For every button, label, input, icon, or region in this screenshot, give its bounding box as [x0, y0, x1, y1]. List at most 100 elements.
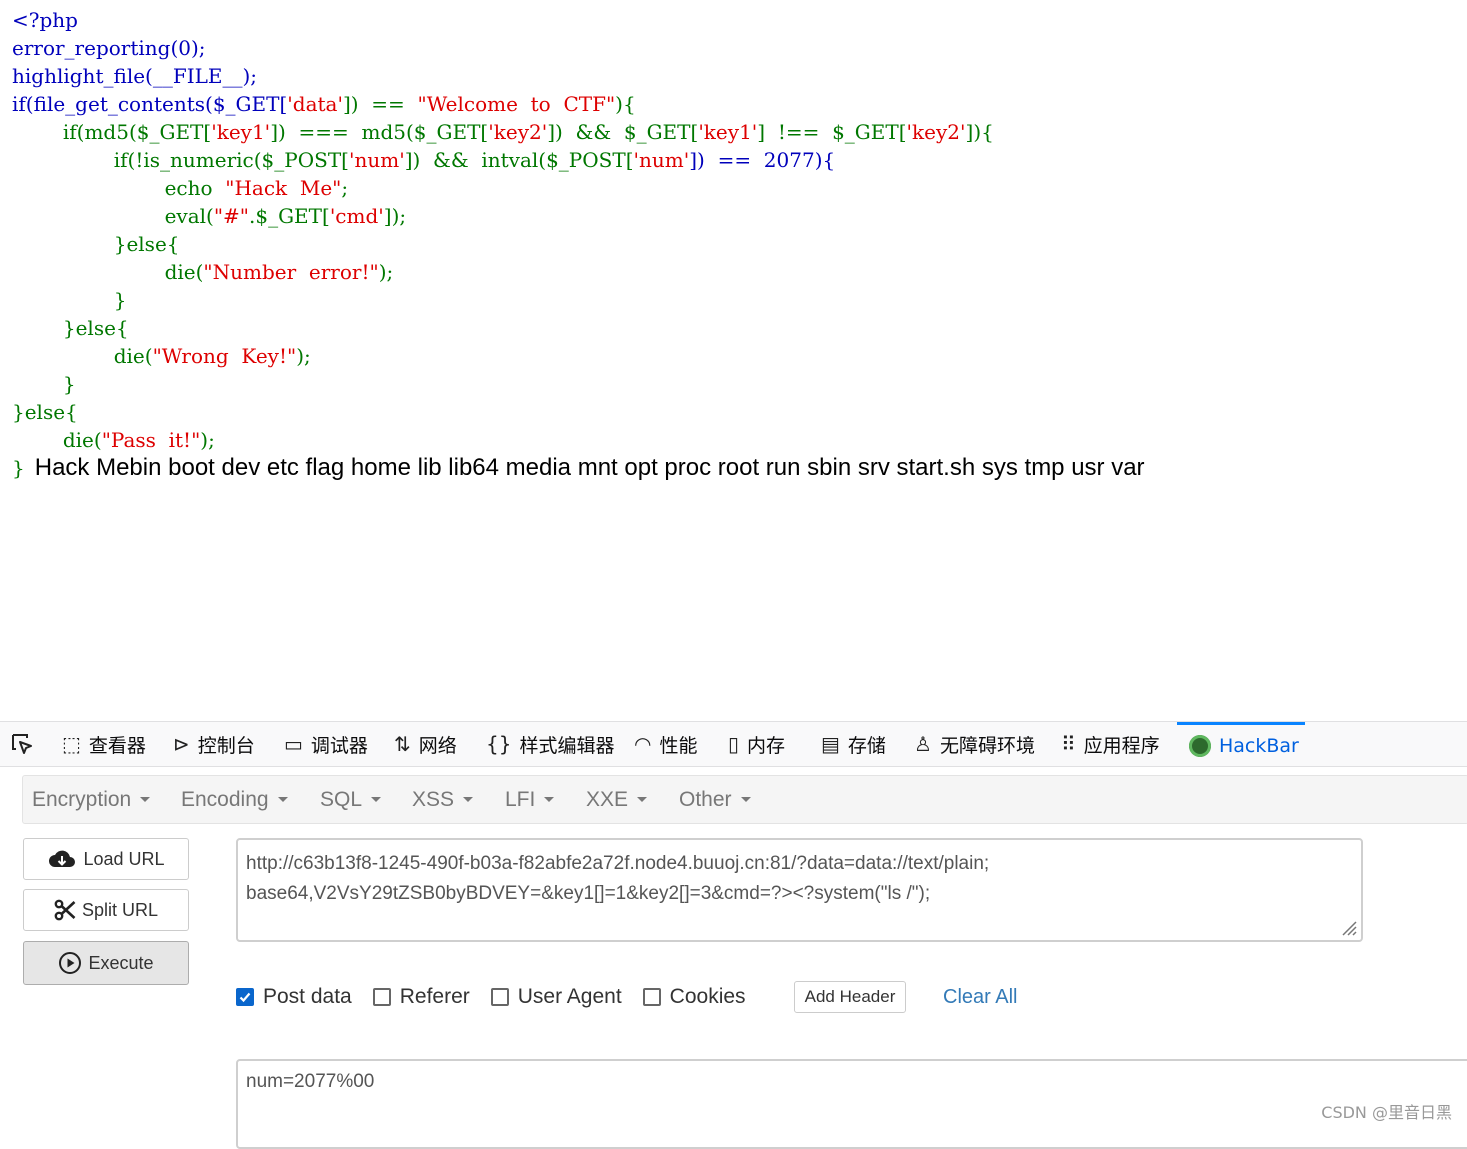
tab-application[interactable]: ⠿ 应用程序	[1061, 722, 1160, 766]
tab-network[interactable]: ⇅ 网络	[394, 722, 457, 766]
php-source-code: <?php error_reporting(0); highlight_file…	[12, 6, 1145, 482]
button-label: Load URL	[83, 848, 165, 869]
command-output: Hack Mebin boot dev etc flag home lib li…	[34, 454, 1145, 481]
debugger-icon: ▭	[284, 732, 303, 756]
post-data-option[interactable]: Post data	[236, 985, 352, 1009]
post-body-text: num=2077%00	[246, 1071, 375, 1092]
code-line: if(!is_numeric($_POST['num']) && intval(…	[12, 148, 836, 172]
caret-down-icon	[140, 797, 151, 802]
user-agent-option[interactable]: User Agent	[490, 985, 622, 1009]
tab-memory[interactable]: ▯ 内存	[728, 722, 785, 766]
request-options: Post data Referer User Agent Cookies	[236, 980, 767, 1014]
tab-hackbar[interactable]: HackBar	[1177, 722, 1305, 766]
tab-style-editor[interactable]: {} 样式编辑器	[486, 722, 614, 766]
post-data-textarea[interactable]: num=2077%00	[236, 1059, 1467, 1149]
url-textarea[interactable]: http://c63b13f8-1245-490f-b03a-f82abfe2a…	[236, 838, 1363, 942]
tab-label: 性能	[659, 734, 698, 757]
menu-encryption[interactable]: Encryption	[32, 776, 151, 823]
element-picker-icon[interactable]	[10, 732, 34, 756]
tab-label: 无障碍环境	[939, 734, 1035, 757]
code-line: } Hack Mebin boot dev etc flag home lib l…	[12, 454, 1145, 481]
caret-down-icon	[371, 797, 382, 802]
performance-icon: ◠	[634, 732, 652, 756]
cookies-checkbox[interactable]	[642, 988, 661, 1006]
console-icon: ⊳	[173, 732, 190, 756]
devtools-tabbar: ⬚ 查看器 ⊳ 控制台 ▭ 调试器 ⇅ 网络 {} 样式编辑器 ◠ 性能 ▯ 内存 ▤ 存储 ♙…	[0, 722, 1467, 767]
tab-label: 应用程序	[1083, 734, 1160, 757]
cookies-option[interactable]: Cookies	[642, 985, 746, 1009]
menu-label: SQL	[320, 787, 363, 811]
accessibility-icon: ♙	[914, 732, 932, 756]
tab-label: 存储	[847, 734, 886, 757]
option-label: Post data	[263, 985, 352, 1008]
menu-label: Encryption	[32, 787, 132, 811]
code-line: die("Wrong Key!");	[12, 344, 311, 368]
menu-encoding[interactable]: Encoding	[181, 776, 288, 823]
tab-label: HackBar	[1219, 734, 1299, 757]
url-line: http://c63b13f8-1245-490f-b03a-f82abfe2a…	[246, 853, 990, 874]
code-line: die("Pass it!");	[12, 428, 215, 452]
url-line: base64,V2VsY29tZSB0byBDVEY=&key1[]=1&key…	[246, 883, 931, 904]
execute-button[interactable]: Execute	[23, 941, 189, 985]
tab-inspector[interactable]: ⬚ 查看器	[62, 722, 146, 766]
menu-lfi[interactable]: LFI	[505, 776, 555, 823]
tab-label: 调试器	[310, 734, 368, 757]
menu-label: XSS	[412, 787, 455, 811]
menu-label: Other	[679, 787, 732, 811]
post-data-checkbox[interactable]	[236, 988, 254, 1006]
menu-other[interactable]: Other	[679, 776, 751, 823]
menu-xxe[interactable]: XXE	[586, 776, 648, 823]
play-circle-icon	[58, 951, 82, 975]
tab-performance[interactable]: ◠ 性能	[634, 722, 697, 766]
caret-down-icon	[277, 797, 288, 802]
button-label: Execute	[88, 952, 154, 973]
add-header-button[interactable]: Add Header	[794, 981, 906, 1013]
caret-down-icon	[740, 797, 751, 802]
resize-grip-icon[interactable]	[1339, 918, 1357, 936]
tab-label: 控制台	[197, 734, 255, 757]
option-label: Cookies	[669, 985, 746, 1008]
caret-down-icon	[637, 797, 648, 802]
clear-all-link[interactable]: Clear All	[943, 981, 1017, 1013]
code-line: echo "Hack Me";	[12, 176, 349, 200]
code-line: }else{	[12, 316, 129, 340]
scissors-icon	[54, 899, 76, 921]
referer-checkbox[interactable]	[372, 988, 391, 1006]
code-line: <?php	[12, 8, 78, 32]
application-icon: ⠿	[1061, 732, 1076, 756]
watermark: CSDN @里音日黑	[1321, 1103, 1452, 1122]
referer-option[interactable]: Referer	[372, 985, 470, 1009]
cloud-download-icon	[47, 848, 77, 870]
tab-accessibility[interactable]: ♙ 无障碍环境	[914, 722, 1035, 766]
inspector-icon: ⬚	[62, 732, 81, 756]
hackbar-logo-icon	[1189, 734, 1211, 757]
code-line: }	[12, 288, 127, 312]
tab-storage[interactable]: ▤ 存储	[821, 722, 886, 766]
devtools-panel: ⬚ 查看器 ⊳ 控制台 ▭ 调试器 ⇅ 网络 {} 样式编辑器 ◠ 性能 ▯ 内存 ▤ 存储 ♙…	[0, 721, 1467, 1149]
menu-sql[interactable]: SQL	[320, 776, 382, 823]
menu-xss[interactable]: XSS	[412, 776, 474, 823]
user-agent-checkbox[interactable]	[490, 988, 509, 1006]
code-line: error_reporting(0);	[12, 36, 206, 60]
option-label: User Agent	[517, 985, 622, 1008]
code-line: eval("#".$_GET['cmd']);	[12, 204, 407, 228]
memory-icon: ▯	[728, 732, 740, 756]
tab-debugger[interactable]: ▭ 调试器	[284, 722, 368, 766]
hackbar-menubar: Encryption Encoding SQL XSS LFI XXE Othe…	[22, 775, 1467, 824]
split-url-button[interactable]: Split URL	[23, 889, 189, 931]
tab-label: 网络	[418, 734, 457, 757]
caret-down-icon	[544, 797, 555, 802]
tab-label: 内存	[747, 734, 786, 757]
style-editor-icon: {}	[486, 732, 512, 756]
caret-down-icon	[463, 797, 474, 802]
tab-console[interactable]: ⊳ 控制台	[173, 722, 255, 766]
code-line: if(file_get_contents($_GET['data']) == "…	[12, 92, 636, 116]
code-line: die("Number error!");	[12, 260, 394, 284]
code-line: }else{	[12, 232, 180, 256]
menu-label: Encoding	[181, 787, 269, 811]
code-line: if(md5($_GET['key1']) === md5($_GET['key…	[12, 120, 994, 144]
menu-label: LFI	[505, 787, 536, 811]
button-label: Split URL	[81, 899, 159, 920]
network-icon: ⇅	[394, 732, 411, 756]
load-url-button[interactable]: Load URL	[23, 838, 189, 880]
